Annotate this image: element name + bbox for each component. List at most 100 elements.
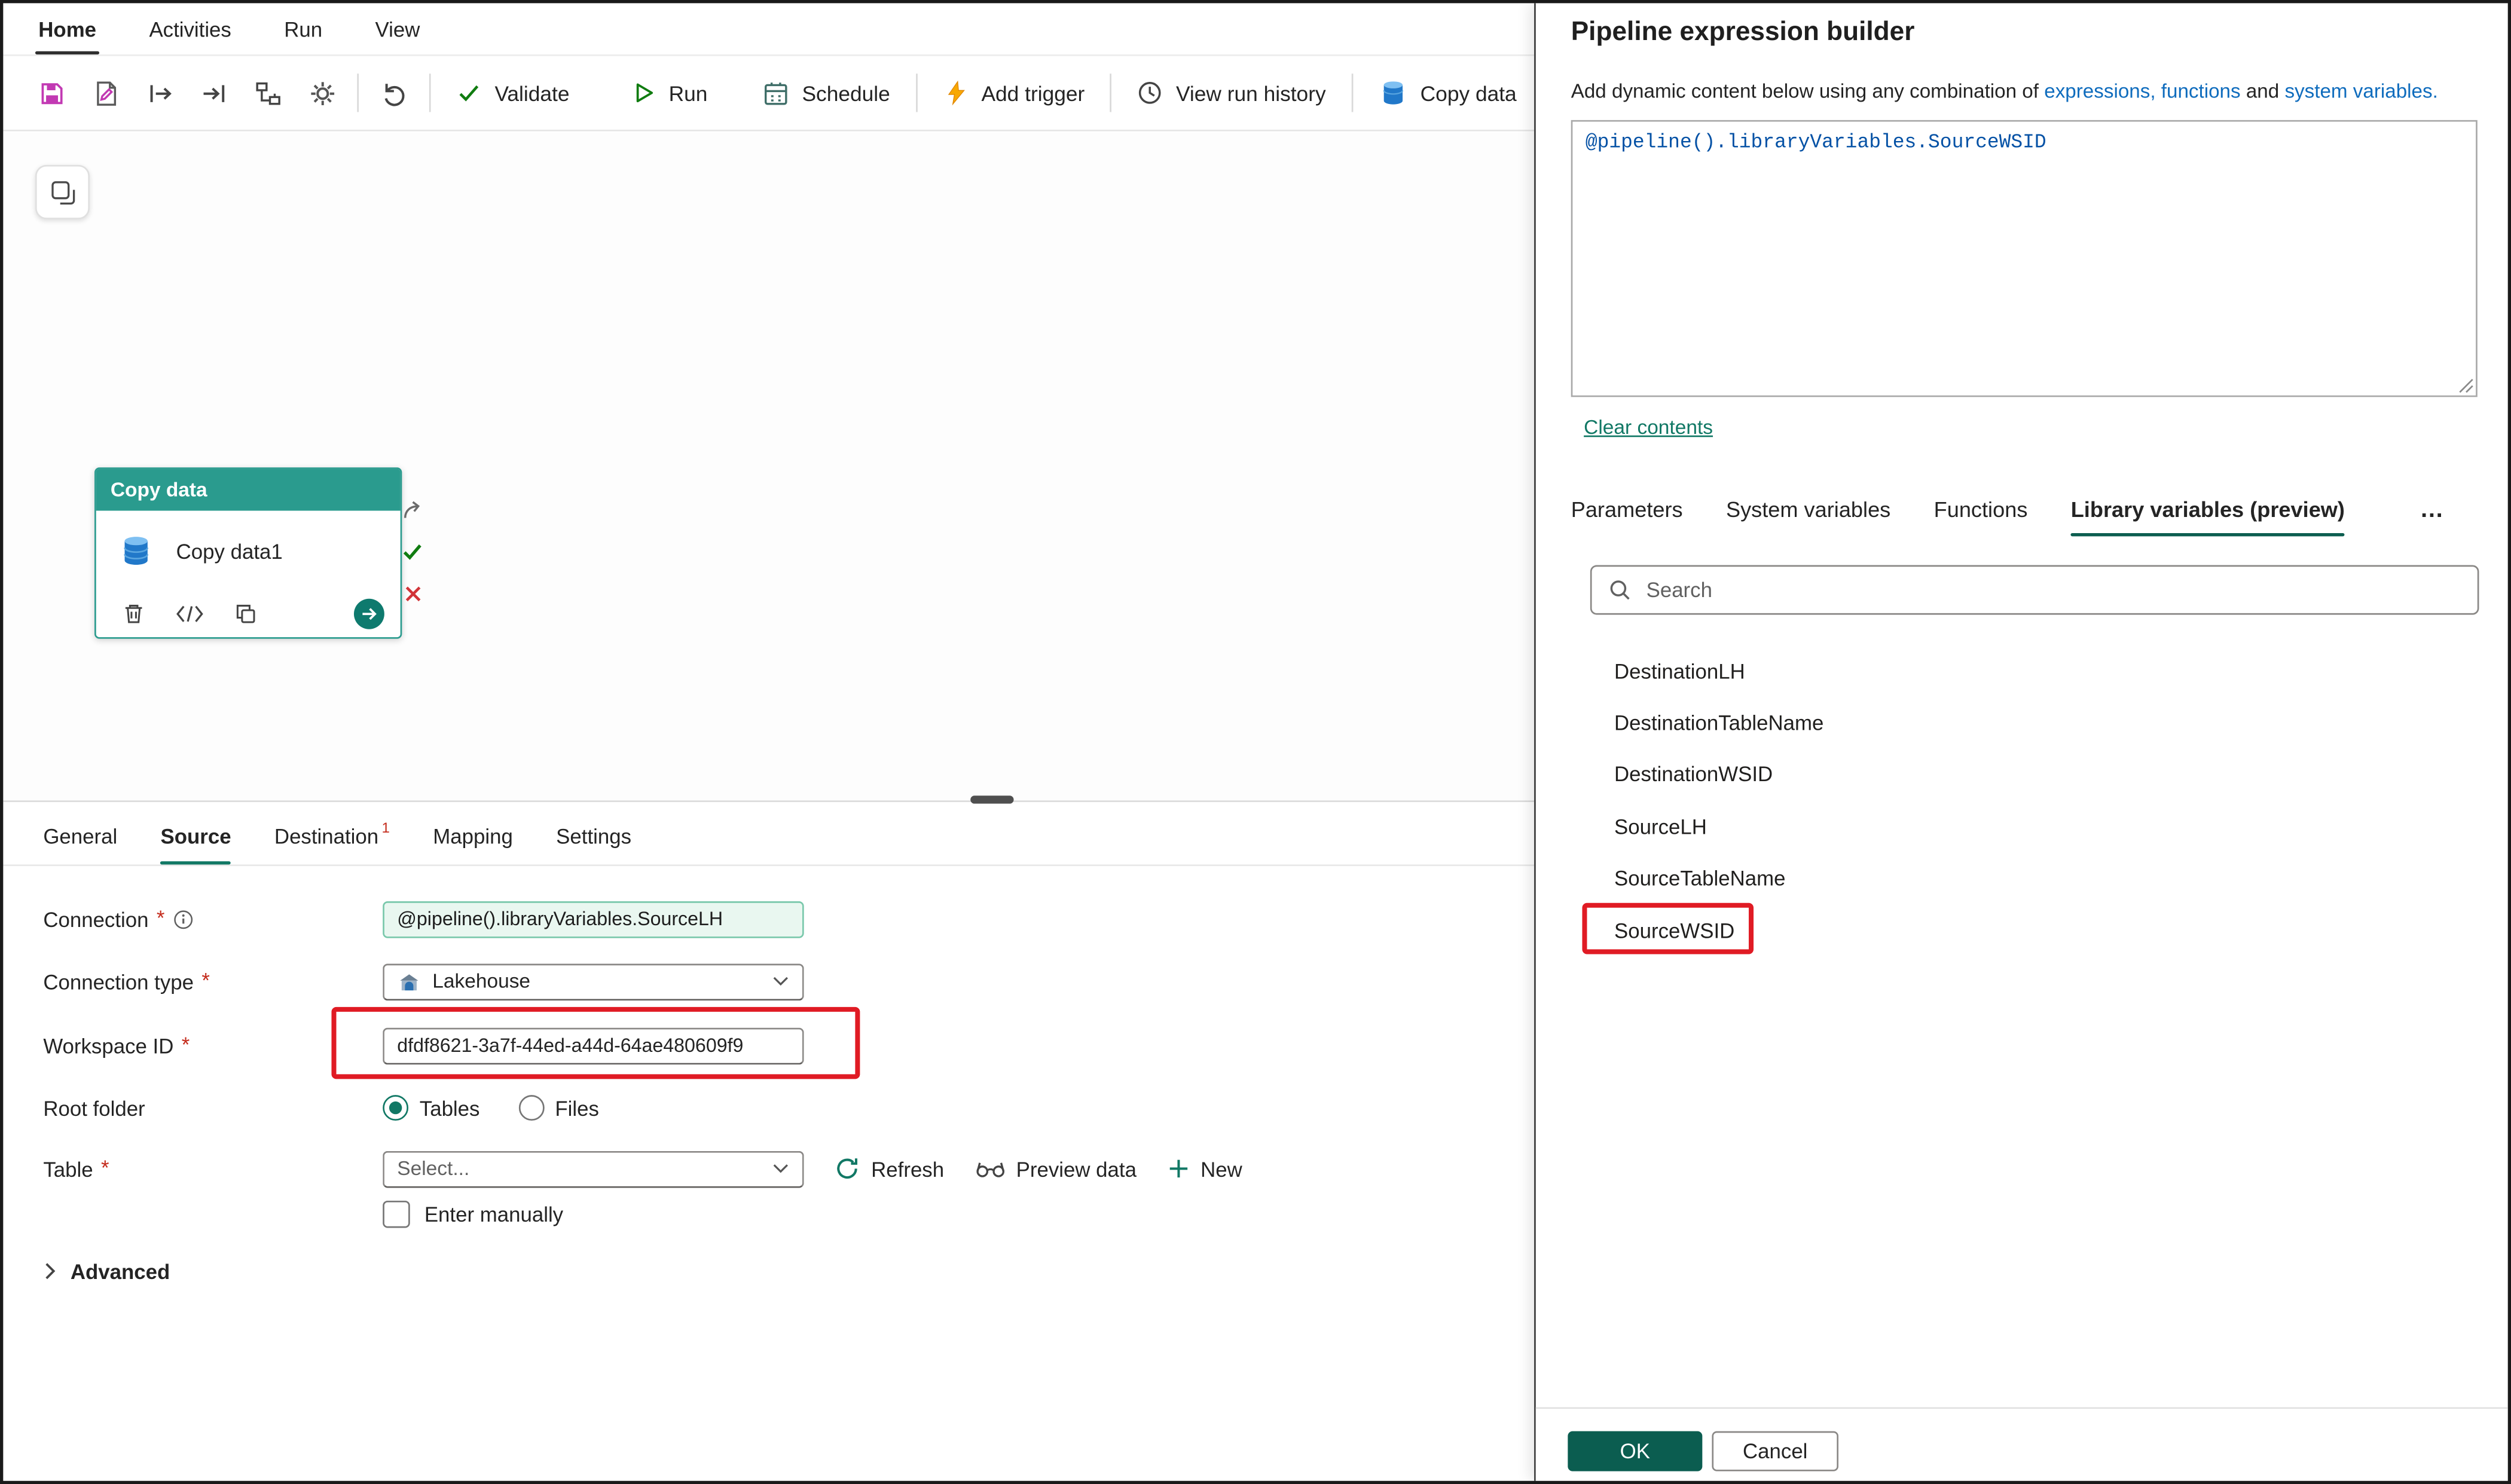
config-tabs: General Source Destination 1 Mapping Set… bbox=[3, 809, 1534, 866]
undo-button[interactable] bbox=[367, 66, 421, 120]
tab-source[interactable]: Source bbox=[161, 809, 231, 865]
menu-tab-view[interactable]: View bbox=[372, 3, 423, 54]
panel-footer: OK Cancel bbox=[1536, 1407, 2508, 1480]
connection-row: Connection * @pipeline().libraryVariable… bbox=[43, 899, 804, 938]
auto-layout-button[interactable] bbox=[242, 66, 295, 120]
step-in-button[interactable] bbox=[133, 66, 187, 120]
on-success-port-icon[interactable] bbox=[401, 540, 424, 564]
save-as-icon bbox=[93, 79, 120, 107]
connection-value-field[interactable]: @pipeline().libraryVariables.SourceLH bbox=[383, 901, 804, 938]
info-icon[interactable] bbox=[173, 908, 194, 929]
cancel-button[interactable]: Cancel bbox=[1712, 1431, 1838, 1471]
validate-check-icon bbox=[456, 80, 482, 106]
duplicate-activity-icon[interactable] bbox=[234, 602, 258, 626]
clear-contents-link[interactable]: Clear contents bbox=[1584, 416, 1713, 439]
lakehouse-icon bbox=[397, 969, 421, 993]
step-out-button[interactable] bbox=[188, 66, 242, 120]
advanced-toggle[interactable]: Advanced bbox=[43, 1259, 170, 1283]
required-mark: * bbox=[201, 968, 210, 992]
tab-functions[interactable]: Functions bbox=[1934, 484, 2028, 536]
copy-data-label: Copy data bbox=[1421, 81, 1517, 105]
required-mark: * bbox=[157, 905, 165, 929]
splitter-drag-handle[interactable] bbox=[970, 795, 1013, 803]
resize-handle-icon[interactable] bbox=[2458, 378, 2475, 394]
tab-settings[interactable]: Settings bbox=[556, 809, 631, 865]
panel-splitter bbox=[3, 800, 1534, 808]
workspace-id-label: Workspace ID bbox=[43, 1033, 173, 1057]
variable-search-box[interactable] bbox=[1590, 565, 2479, 615]
preview-data-label: Preview data bbox=[1016, 1156, 1137, 1180]
tab-system-variables[interactable]: System variables bbox=[1726, 484, 1890, 536]
preview-data-button[interactable]: Preview data bbox=[975, 1156, 1137, 1180]
workspace-id-input[interactable] bbox=[383, 1027, 804, 1064]
toolbar-separator bbox=[1110, 74, 1112, 112]
arrow-to-bar-icon bbox=[201, 79, 228, 107]
database-icon bbox=[118, 533, 154, 568]
run-label: Run bbox=[669, 81, 708, 105]
schedule-button[interactable]: Schedule bbox=[744, 66, 908, 120]
expressions-functions-link[interactable]: expressions, functions bbox=[2044, 80, 2240, 103]
glasses-icon bbox=[975, 1159, 1005, 1178]
radio-selected-icon bbox=[383, 1095, 408, 1121]
settings-button[interactable] bbox=[295, 66, 349, 120]
search-input[interactable] bbox=[1646, 578, 2461, 602]
workspace-id-row: Workspace ID * bbox=[43, 1026, 804, 1064]
skip-port-icon[interactable] bbox=[401, 498, 424, 522]
enter-manually-checkbox[interactable] bbox=[383, 1200, 410, 1228]
tab-library-variables[interactable]: Library variables (preview) bbox=[2071, 484, 2345, 536]
variable-item-sourcetablename[interactable]: SourceTableName bbox=[1590, 852, 2479, 903]
tab-mapping[interactable]: Mapping bbox=[433, 809, 513, 865]
connection-type-dropdown[interactable]: Lakehouse bbox=[383, 963, 804, 1000]
copy-data-activity-card[interactable]: Copy data Copy data1 bbox=[94, 467, 402, 639]
copy-data-toolbar-button[interactable]: Copy data bbox=[1361, 66, 1535, 120]
run-button[interactable]: Run bbox=[613, 66, 725, 120]
delete-activity-icon[interactable] bbox=[122, 602, 146, 626]
save-icon bbox=[39, 79, 66, 107]
root-folder-files-radio[interactable]: Files bbox=[518, 1095, 599, 1121]
tab-general[interactable]: General bbox=[43, 809, 117, 865]
add-trigger-button[interactable]: Add trigger bbox=[925, 66, 1102, 120]
variable-item-destinationlh[interactable]: DestinationLH bbox=[1590, 645, 2479, 696]
variable-item-destinationwsid[interactable]: DestinationWSID bbox=[1590, 748, 2479, 799]
new-label: New bbox=[1200, 1156, 1242, 1180]
required-mark: * bbox=[101, 1155, 109, 1179]
activity-name: Copy data1 bbox=[176, 538, 283, 562]
on-failure-port-icon[interactable] bbox=[401, 581, 424, 605]
table-select-dropdown[interactable]: Select... bbox=[383, 1151, 804, 1188]
refresh-button[interactable]: Refresh bbox=[835, 1156, 945, 1182]
variable-item-destinationtablename[interactable]: DestinationTableName bbox=[1590, 696, 2479, 748]
pipeline-canvas[interactable]: Copy data Copy data1 bbox=[3, 133, 1534, 800]
code-view-icon[interactable] bbox=[176, 604, 204, 625]
variable-item-sourcewsid[interactable]: SourceWSID bbox=[1590, 904, 2479, 956]
system-variables-link[interactable]: system variables. bbox=[2284, 80, 2437, 103]
toolbar-separator bbox=[1351, 74, 1353, 112]
enter-manually-label: Enter manually bbox=[424, 1201, 563, 1225]
root-folder-tables-radio[interactable]: Tables bbox=[383, 1095, 479, 1121]
ok-button[interactable]: OK bbox=[1568, 1431, 1702, 1471]
validate-button[interactable]: Validate bbox=[439, 66, 587, 120]
refresh-label: Refresh bbox=[871, 1156, 944, 1180]
bar-arrow-right-icon bbox=[147, 79, 175, 107]
menu-tab-activities[interactable]: Activities bbox=[146, 3, 234, 54]
toolbar-separator bbox=[358, 74, 359, 112]
tabs-overflow-button[interactable]: … bbox=[2420, 484, 2443, 536]
new-table-button[interactable]: New bbox=[1167, 1156, 1242, 1180]
play-icon bbox=[630, 80, 656, 106]
calendar-icon bbox=[762, 79, 790, 107]
tab-parameters[interactable]: Parameters bbox=[1571, 484, 1683, 536]
menu-tab-run[interactable]: Run bbox=[281, 3, 326, 54]
advanced-row: Advanced bbox=[43, 1252, 170, 1290]
save-as-button[interactable] bbox=[80, 66, 133, 120]
intro-text: Add dynamic content below using any comb… bbox=[1571, 80, 2045, 103]
pipeline-editor-pane: Home Activities Run View bbox=[3, 3, 1534, 1480]
app-window: Home Activities Run View bbox=[0, 0, 2511, 1484]
save-button[interactable] bbox=[26, 66, 80, 120]
expression-editor[interactable]: @pipeline().libraryVariables.SourceWSID bbox=[1571, 120, 2478, 397]
variable-item-sourcelh[interactable]: SourceLH bbox=[1590, 800, 2479, 852]
view-run-history-button[interactable]: View run history bbox=[1120, 66, 1343, 120]
canvas-annotation-button[interactable] bbox=[35, 165, 90, 219]
menu-tab-home[interactable]: Home bbox=[35, 3, 99, 54]
on-success-connector[interactable] bbox=[354, 599, 384, 629]
connection-type-row: Connection type * Lakehouse bbox=[43, 962, 804, 1000]
tab-destination[interactable]: Destination 1 bbox=[274, 809, 390, 865]
